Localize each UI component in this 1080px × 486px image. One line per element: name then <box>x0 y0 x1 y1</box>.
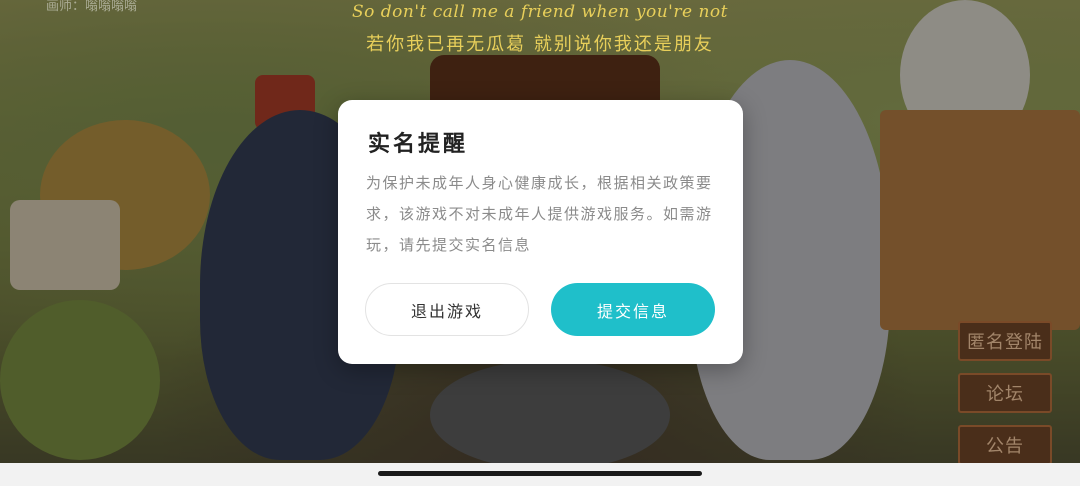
dialog-message: 为保护未成年人身心健康成长，根据相关政策要求，该游戏不对未成年人提供游戏服务。如… <box>366 174 713 254</box>
exit-game-button[interactable]: 退出游戏 <box>365 283 529 336</box>
submit-info-button[interactable]: 提交信息 <box>551 283 715 336</box>
real-name-reminder-dialog: 实名提醒 为保护未成年人身心健康成长，根据相关政策要求，该游戏不对未成年人提供游… <box>338 100 743 364</box>
lyric-english: So don't call me a friend when you're no… <box>352 2 728 22</box>
game-login-screen: 画师：嗡嗡嗡嗡 So don't call me a friend when y… <box>0 0 1080 486</box>
dialog-title: 实名提醒 <box>368 131 469 157</box>
anonymous-login-button[interactable]: 匿名登陆 <box>958 321 1052 361</box>
forum-button[interactable]: 论坛 <box>958 373 1052 413</box>
home-indicator[interactable] <box>378 471 702 476</box>
announcement-button[interactable]: 公告 <box>958 425 1052 465</box>
lyric-chinese: 若你我已再无瓜葛 就别说你我还是朋友 <box>366 34 714 55</box>
